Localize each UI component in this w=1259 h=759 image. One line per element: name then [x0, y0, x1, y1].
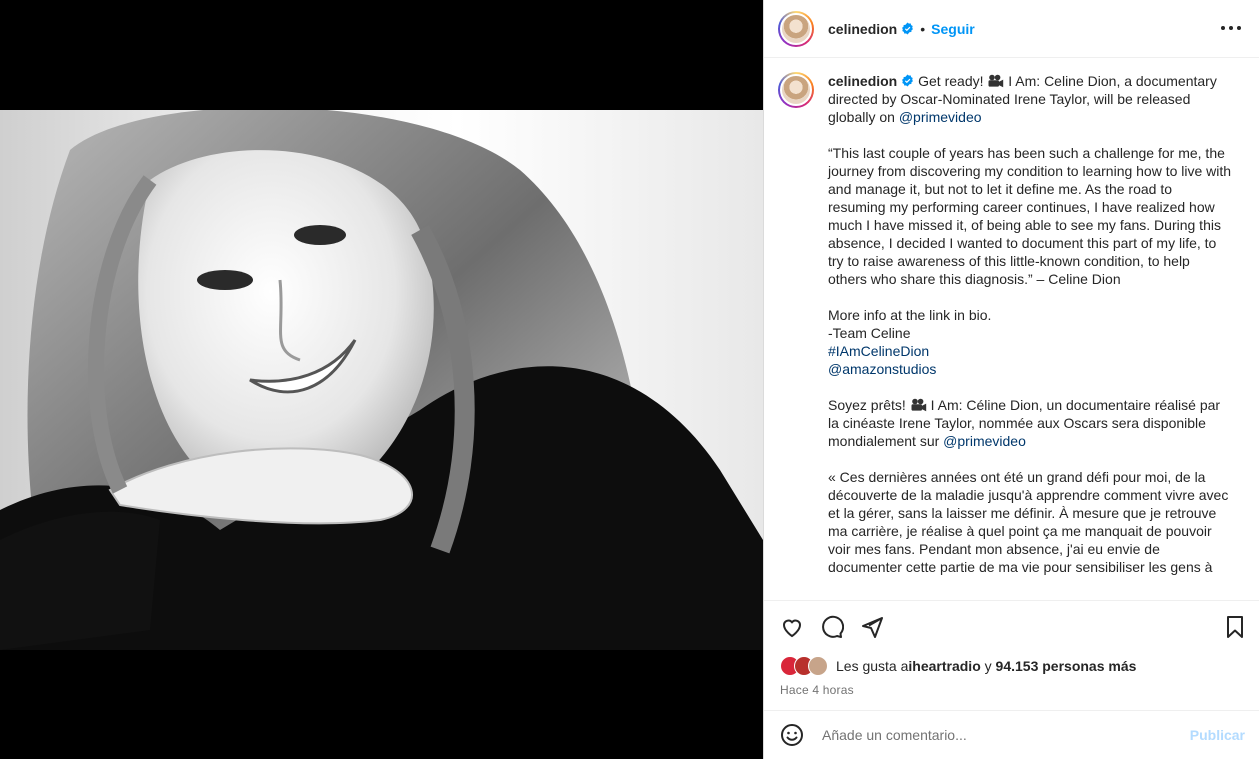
likes-middle: y	[980, 658, 996, 674]
heart-icon[interactable]	[780, 615, 804, 639]
mention-primevideo-fr[interactable]: @primevideo	[943, 433, 1026, 449]
verified-icon	[902, 74, 914, 87]
bookmark-icon[interactable]	[1223, 615, 1247, 639]
caption-paragraph-1: celinedion Get ready! I Am: Celine Dion,…	[828, 72, 1232, 126]
post-header: celinedion • Seguir	[764, 0, 1259, 58]
mention-amazonstudios[interactable]: @amazonstudios	[828, 361, 936, 377]
comment-bar: Publicar	[764, 710, 1259, 759]
likes-others[interactable]: 94.153 personas más	[996, 658, 1137, 674]
follow-button[interactable]: Seguir	[931, 21, 975, 37]
post-photo	[0, 110, 763, 650]
header-username[interactable]: celinedion	[828, 21, 897, 37]
likes-first-user[interactable]: iheartradio	[908, 658, 980, 674]
post-side-panel: celinedion • Seguir celinedion Get ready…	[763, 0, 1259, 759]
caption-p1-text: Get ready!	[918, 73, 988, 89]
comment-input[interactable]	[820, 726, 1180, 744]
post-time[interactable]: Hace 4 horas	[764, 683, 1259, 697]
likes-summary[interactable]: Les gusta a iheartradio y 94.153 persona…	[764, 653, 1259, 679]
comment-icon[interactable]	[820, 615, 844, 639]
caption-username[interactable]: celinedion	[828, 73, 897, 89]
caption-paragraph-5: « Ces dernières années ont été un grand …	[828, 469, 1229, 575]
post-media[interactable]	[0, 0, 763, 759]
liker-avatars	[780, 656, 828, 676]
caption-text: celinedion Get ready! I Am: Celine Dion,…	[828, 72, 1232, 594]
post-actions: Les gusta a iheartradio y 94.153 persona…	[764, 600, 1259, 711]
caption-area[interactable]: celinedion Get ready! I Am: Celine Dion,…	[764, 58, 1259, 600]
action-icons	[764, 601, 1259, 653]
likes-prefix: Les gusta a	[836, 658, 909, 674]
caption-p4-text: Soyez prêts!	[828, 397, 910, 413]
caption-avatar[interactable]	[778, 72, 814, 108]
header-avatar[interactable]	[778, 10, 814, 47]
hashtag-iamcelinedion[interactable]: #IAmCelineDion	[828, 343, 929, 359]
liker-avatar	[808, 656, 828, 676]
emoji-icon[interactable]	[780, 723, 804, 747]
video-camera-icon	[988, 74, 1004, 88]
header-separator: •	[920, 20, 926, 37]
post-dialog: celinedion • Seguir celinedion Get ready…	[0, 0, 1259, 759]
caption-team: -Team Celine	[828, 325, 911, 341]
more-icon[interactable]	[1221, 18, 1241, 38]
caption-more-info: More info at the link in bio.	[828, 307, 992, 323]
video-camera-icon	[911, 398, 926, 412]
caption-row: celinedion Get ready! I Am: Celine Dion,…	[778, 72, 1243, 594]
portrait-illustration	[0, 110, 763, 650]
caption-paragraph-3: More info at the link in bio. -Team Celin…	[828, 306, 1232, 378]
mention-primevideo[interactable]: @primevideo	[899, 109, 982, 125]
share-icon[interactable]	[860, 615, 884, 639]
caption-paragraph-4: Soyez prêts! I Am: Céline Dion, un docum…	[828, 396, 1232, 450]
verified-icon	[902, 22, 914, 35]
caption-paragraph-2: “This last couple of years has been such…	[828, 145, 1232, 287]
publish-button[interactable]: Publicar	[1190, 727, 1245, 743]
